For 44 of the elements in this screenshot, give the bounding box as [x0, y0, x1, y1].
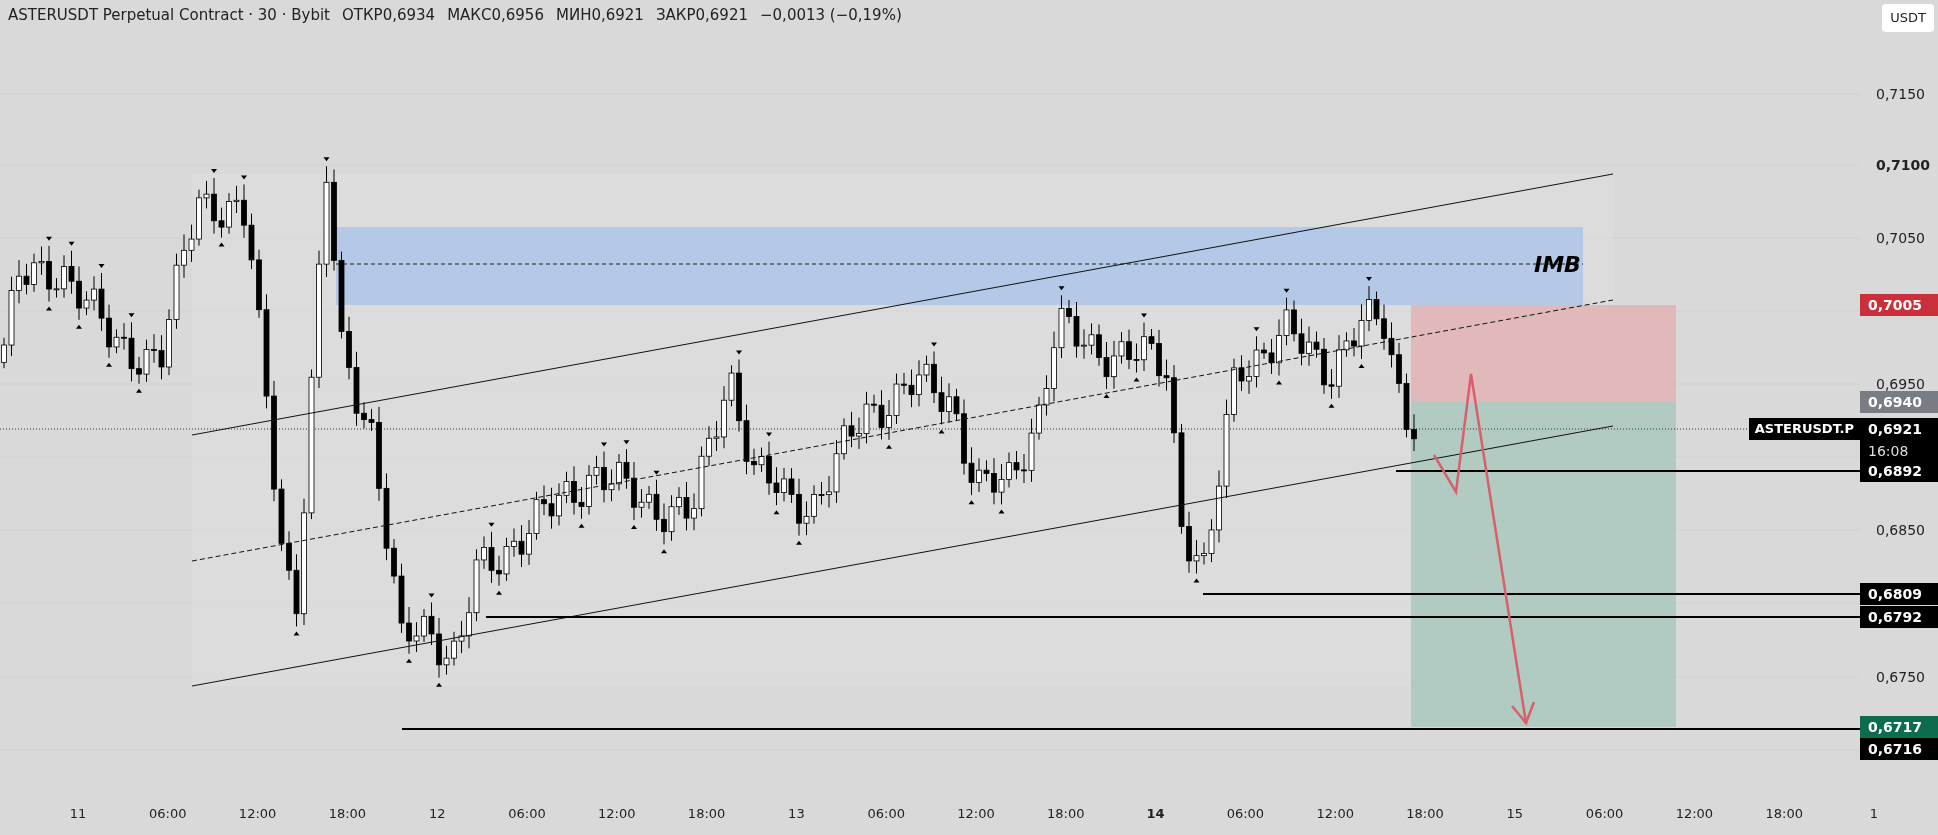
price-tick: 0,7150 [1876, 87, 1925, 101]
time-tick: 06:00 [149, 805, 187, 823]
time-tick: 12:00 [957, 805, 995, 823]
ohlc-value: МАКС0,6956 [447, 5, 544, 26]
time-tick: 11 [69, 805, 87, 823]
time-tick: 06:00 [867, 805, 905, 823]
time-tick: 12 [428, 805, 446, 823]
time-tick: 06:00 [508, 805, 546, 823]
time-tick: 18:00 [1765, 805, 1803, 823]
price-tag: 0,6792 [1860, 606, 1938, 628]
time-tick: 18:00 [687, 805, 726, 823]
price-tag: 0,6717 [1860, 716, 1938, 738]
price-tick: 0,7100 [1876, 158, 1931, 172]
time-tick: 18:00 [1047, 805, 1085, 823]
price-change: −0,0013 (−0,19%) [760, 5, 902, 26]
time-tick: 1 [1869, 805, 1879, 823]
chart-title: ASTERUSDT Perpetual Contract · 30 · Bybit [8, 5, 330, 26]
zone-label: IMB [1534, 251, 1581, 279]
price-tick: 0,7050 [1876, 231, 1925, 245]
price-tag: 0,6940 [1860, 391, 1938, 413]
time-tick: 13 [788, 805, 805, 823]
symbol-tag: ASTERUSDT.P [1748, 418, 1860, 440]
price-tag: 0,6892 [1860, 460, 1938, 482]
time-tick: 12:00 [1675, 805, 1714, 823]
time-tick: 12:00 [598, 805, 636, 823]
price-tag: 0,6716 [1860, 738, 1938, 760]
price-tag: 0,7005 [1860, 294, 1938, 316]
currency-button[interactable]: USDT [1882, 4, 1934, 32]
time-tick: 12:00 [238, 805, 277, 823]
ohlc-value: ОТКР0,6934 [341, 5, 436, 26]
time-tick: 06:00 [1585, 805, 1624, 823]
price-tick: 0,6850 [1876, 523, 1925, 537]
time-tick: 14 [1146, 805, 1165, 823]
time-tick: 18:00 [328, 805, 367, 823]
time-tick: 15 [1506, 805, 1524, 823]
time-tick: 18:00 [1406, 805, 1444, 823]
price-tag: 0,6809 [1860, 583, 1938, 605]
price-tag: 0,6921 16:08 [1860, 418, 1938, 462]
time-tick: 06:00 [1226, 805, 1265, 823]
ohlc-value: ЗАКР0,6921 [655, 5, 748, 26]
price-tick: 0,6950 [1876, 377, 1925, 391]
ohlc-value: МИН0,6921 [555, 5, 644, 26]
time-tick: 12:00 [1316, 805, 1354, 823]
price-tick: 0,6750 [1876, 670, 1925, 684]
